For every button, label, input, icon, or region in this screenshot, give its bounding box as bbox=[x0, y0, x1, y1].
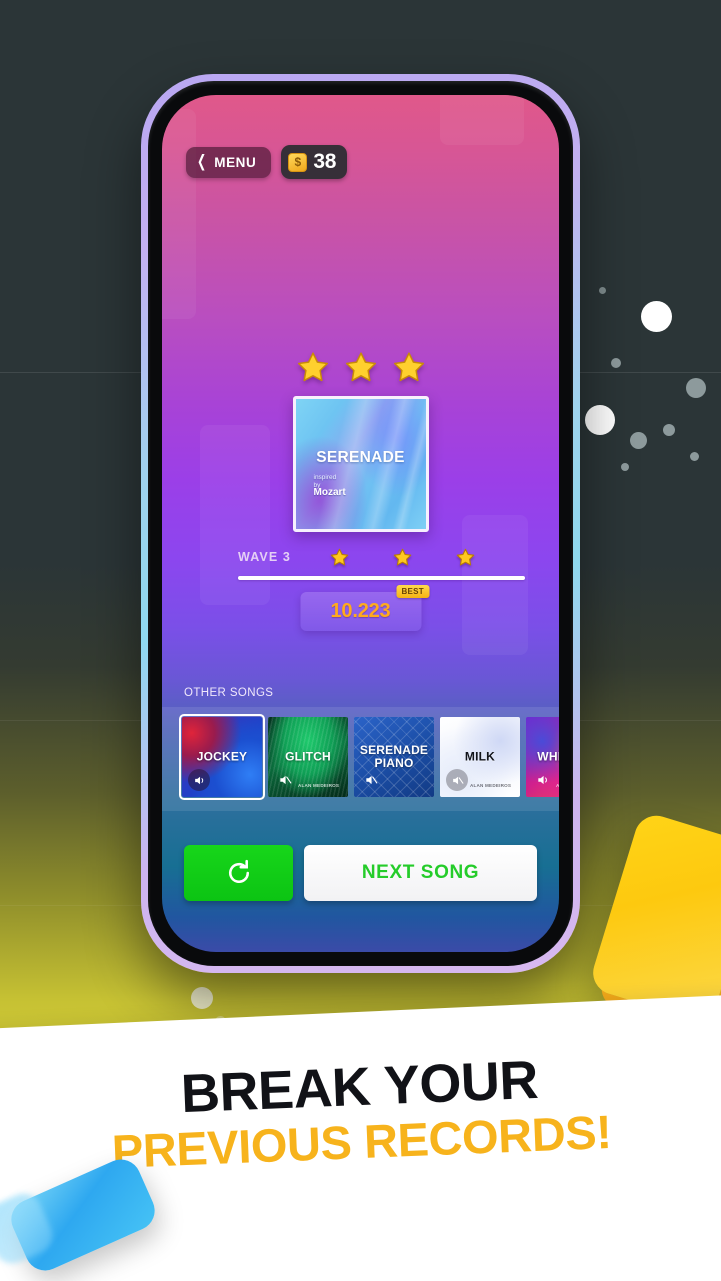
speaker-on-icon[interactable] bbox=[188, 769, 210, 791]
decor-circle bbox=[641, 301, 672, 332]
speaker-muted-icon[interactable] bbox=[274, 769, 296, 791]
wave-row: WAVE 3 bbox=[238, 544, 525, 570]
next-song-button[interactable]: NEXT SONG bbox=[304, 845, 537, 901]
wave-progress: WAVE 3 bbox=[238, 544, 525, 580]
song-title: GLITCH bbox=[285, 749, 331, 764]
song-artist: ALAN MEDEIROS bbox=[556, 783, 559, 788]
song-artist: ALAN MEDEIROS bbox=[470, 783, 512, 788]
star-icon bbox=[393, 548, 412, 565]
score-value: 10.223 bbox=[330, 600, 391, 622]
phone-mockup: ❮ MENU $ 38 SERENADE inspired by Mozart … bbox=[141, 74, 580, 973]
decor-circle bbox=[686, 378, 706, 398]
album-title: SERENADE bbox=[316, 449, 405, 466]
song-title: SERENADE PIANO bbox=[359, 742, 429, 770]
screen-decor-tile bbox=[440, 95, 524, 145]
speaker-muted-icon[interactable] bbox=[360, 769, 382, 791]
replay-button[interactable] bbox=[184, 845, 293, 901]
screen-decor-tile bbox=[162, 109, 196, 319]
song-thumbnail-milk[interactable]: MILK ALAN MEDEIROS bbox=[440, 717, 520, 797]
wave-label: WAVE 3 bbox=[238, 550, 291, 564]
phone-bezel: ❮ MENU $ 38 SERENADE inspired by Mozart … bbox=[148, 81, 573, 966]
song-thumbnail-jockey[interactable]: JOCKEY bbox=[179, 714, 265, 800]
song-title: MILK bbox=[464, 749, 496, 764]
decor-circle bbox=[611, 358, 621, 368]
menu-button[interactable]: ❮ MENU bbox=[186, 146, 272, 178]
hud-bar: ❮ MENU $ 38 bbox=[186, 145, 348, 179]
decor-circle bbox=[663, 424, 675, 436]
earned-stars bbox=[162, 351, 559, 384]
decor-circle bbox=[585, 405, 615, 435]
decor-circle bbox=[191, 987, 213, 1009]
star-icon bbox=[297, 352, 328, 382]
other-songs-heading: OTHER SONGS bbox=[184, 687, 274, 699]
star-icon bbox=[393, 352, 424, 382]
decor-circle bbox=[621, 463, 629, 471]
coin-count-label: 38 bbox=[313, 150, 337, 173]
action-buttons: NEXT SONG bbox=[184, 845, 537, 901]
decor-circle bbox=[599, 287, 606, 294]
song-title: JOCKEY bbox=[196, 749, 248, 764]
album-artist: Mozart bbox=[313, 487, 346, 498]
star-icon bbox=[456, 548, 475, 565]
replay-arrow-icon bbox=[228, 859, 249, 883]
game-screen: ❮ MENU $ 38 SERENADE inspired by Mozart … bbox=[162, 95, 559, 952]
song-thumbnail-whisper[interactable]: WHISPER ALAN MEDEIROS bbox=[526, 717, 559, 797]
coin-icon: $ bbox=[288, 152, 308, 172]
speaker-muted-icon[interactable] bbox=[446, 769, 468, 791]
score-panel: 10.223 BEST bbox=[300, 585, 429, 631]
song-thumbnail-serenade-piano[interactable]: SERENADE PIANO bbox=[354, 717, 434, 797]
decor-circle bbox=[630, 432, 647, 449]
other-songs-list[interactable]: JOCKEY GLITCH ALAN MEDEIROS SERENADE PIA bbox=[179, 714, 559, 800]
screen-decor-tile bbox=[462, 515, 528, 655]
decor-circle bbox=[690, 452, 699, 461]
album-cover: SERENADE inspired by Mozart bbox=[292, 396, 429, 532]
chevron-left-icon: ❮ bbox=[197, 152, 207, 171]
star-icon bbox=[345, 352, 376, 382]
next-song-label: NEXT SONG bbox=[361, 862, 480, 883]
best-badge: BEST bbox=[396, 585, 429, 598]
progress-bar bbox=[238, 576, 525, 580]
coin-counter[interactable]: $ 38 bbox=[281, 145, 348, 179]
speaker-on-icon[interactable] bbox=[532, 769, 554, 791]
menu-button-label: MENU bbox=[214, 154, 257, 170]
song-artist: ALAN MEDEIROS bbox=[298, 783, 340, 788]
star-icon bbox=[330, 548, 349, 565]
song-thumbnail-glitch[interactable]: GLITCH ALAN MEDEIROS bbox=[268, 717, 348, 797]
song-title: WHISPER bbox=[537, 749, 559, 764]
